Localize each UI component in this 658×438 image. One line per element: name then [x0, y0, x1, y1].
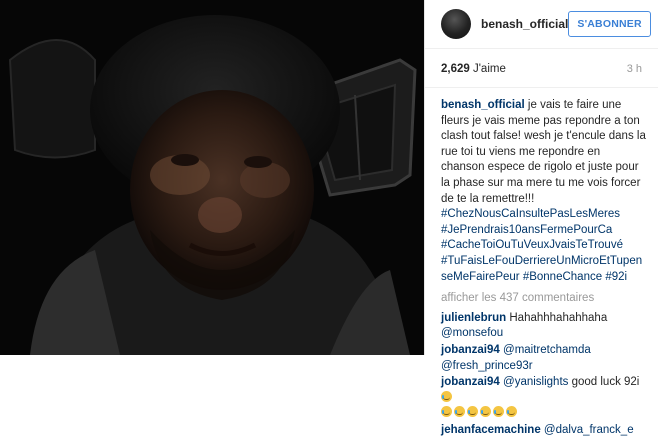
comment-username[interactable]: julienlebrun [441, 312, 506, 324]
comment-username[interactable]: jehanfacemachine [441, 424, 541, 436]
crying-laughing-face-icon [493, 406, 504, 418]
comment: jehanfacemachine @dalva_franck_e [441, 423, 646, 438]
comment-mention[interactable]: @monsefou [441, 327, 503, 339]
comment-username[interactable]: jobanzai94 [441, 376, 500, 388]
caption-text: je vais te faire une fleurs je vais meme… [441, 99, 646, 205]
post-meta: 2,629 J'aime 3 h [425, 49, 658, 75]
caption-username[interactable]: benash_official [441, 99, 525, 111]
comment: jobanzai94 @yanislights good luck 92i [441, 375, 646, 422]
comment: julienlebrun Hahahhhahahhaha @monsefou [441, 311, 646, 342]
crying-laughing-face-icon [467, 406, 478, 418]
crying-laughing-face-icon [506, 406, 517, 418]
hashtag[interactable]: #ChezNousCaInsultePasLesMeres [441, 208, 620, 220]
comment-mention[interactable]: @yanislights [503, 376, 568, 388]
post: benash_official S'ABONNER 2,629 J'aime 3… [0, 0, 658, 436]
comment: jobanzai94 @maitretchamda @fresh_prince9… [441, 343, 646, 374]
likes-count[interactable]: 2,629 J'aime [441, 63, 506, 75]
hashtag[interactable]: #BonneChance [523, 271, 602, 283]
avatar[interactable] [441, 9, 471, 39]
comment-text: good luck 92i [571, 376, 640, 389]
selfie-photo-image [0, 0, 424, 355]
comments-list: benash_official je vais te faire une fle… [425, 88, 658, 438]
post-sidebar: benash_official S'ABONNER 2,629 J'aime 3… [424, 0, 658, 436]
author-username[interactable]: benash_official [481, 17, 568, 31]
comment-mention[interactable]: @maitretchamda [503, 344, 591, 356]
crying-laughing-face-icon [454, 406, 465, 418]
crying-laughing-face-icon [441, 406, 452, 418]
follow-button[interactable]: S'ABONNER [568, 11, 651, 37]
post-header: benash_official S'ABONNER [425, 0, 658, 49]
likes-number: 2,629 [441, 63, 470, 75]
comment-username[interactable]: jobanzai94 [441, 344, 500, 356]
hashtag[interactable]: #CacheToiOuTuVeuxJvaisTeTrouvé [441, 239, 623, 251]
hashtag[interactable]: #JePrendrais10ansFermePourCa [441, 224, 612, 236]
caption: benash_official je vais te faire une fle… [441, 98, 646, 285]
show-more-comments-link[interactable]: afficher les 437 commentaires [441, 291, 646, 307]
comment-text: Hahahhhahahhaha [509, 311, 608, 324]
hashtag[interactable]: #92i [605, 271, 627, 283]
comment-mention[interactable]: @fresh_prince93r [441, 360, 533, 372]
post-time[interactable]: 3 h [627, 63, 642, 75]
crying-laughing-face-icon [441, 390, 452, 402]
comment-mention[interactable]: @dalva_franck_e [544, 424, 634, 436]
post-photo[interactable] [0, 0, 424, 355]
crying-laughing-face-icon [480, 406, 491, 418]
likes-label: J'aime [472, 63, 506, 75]
